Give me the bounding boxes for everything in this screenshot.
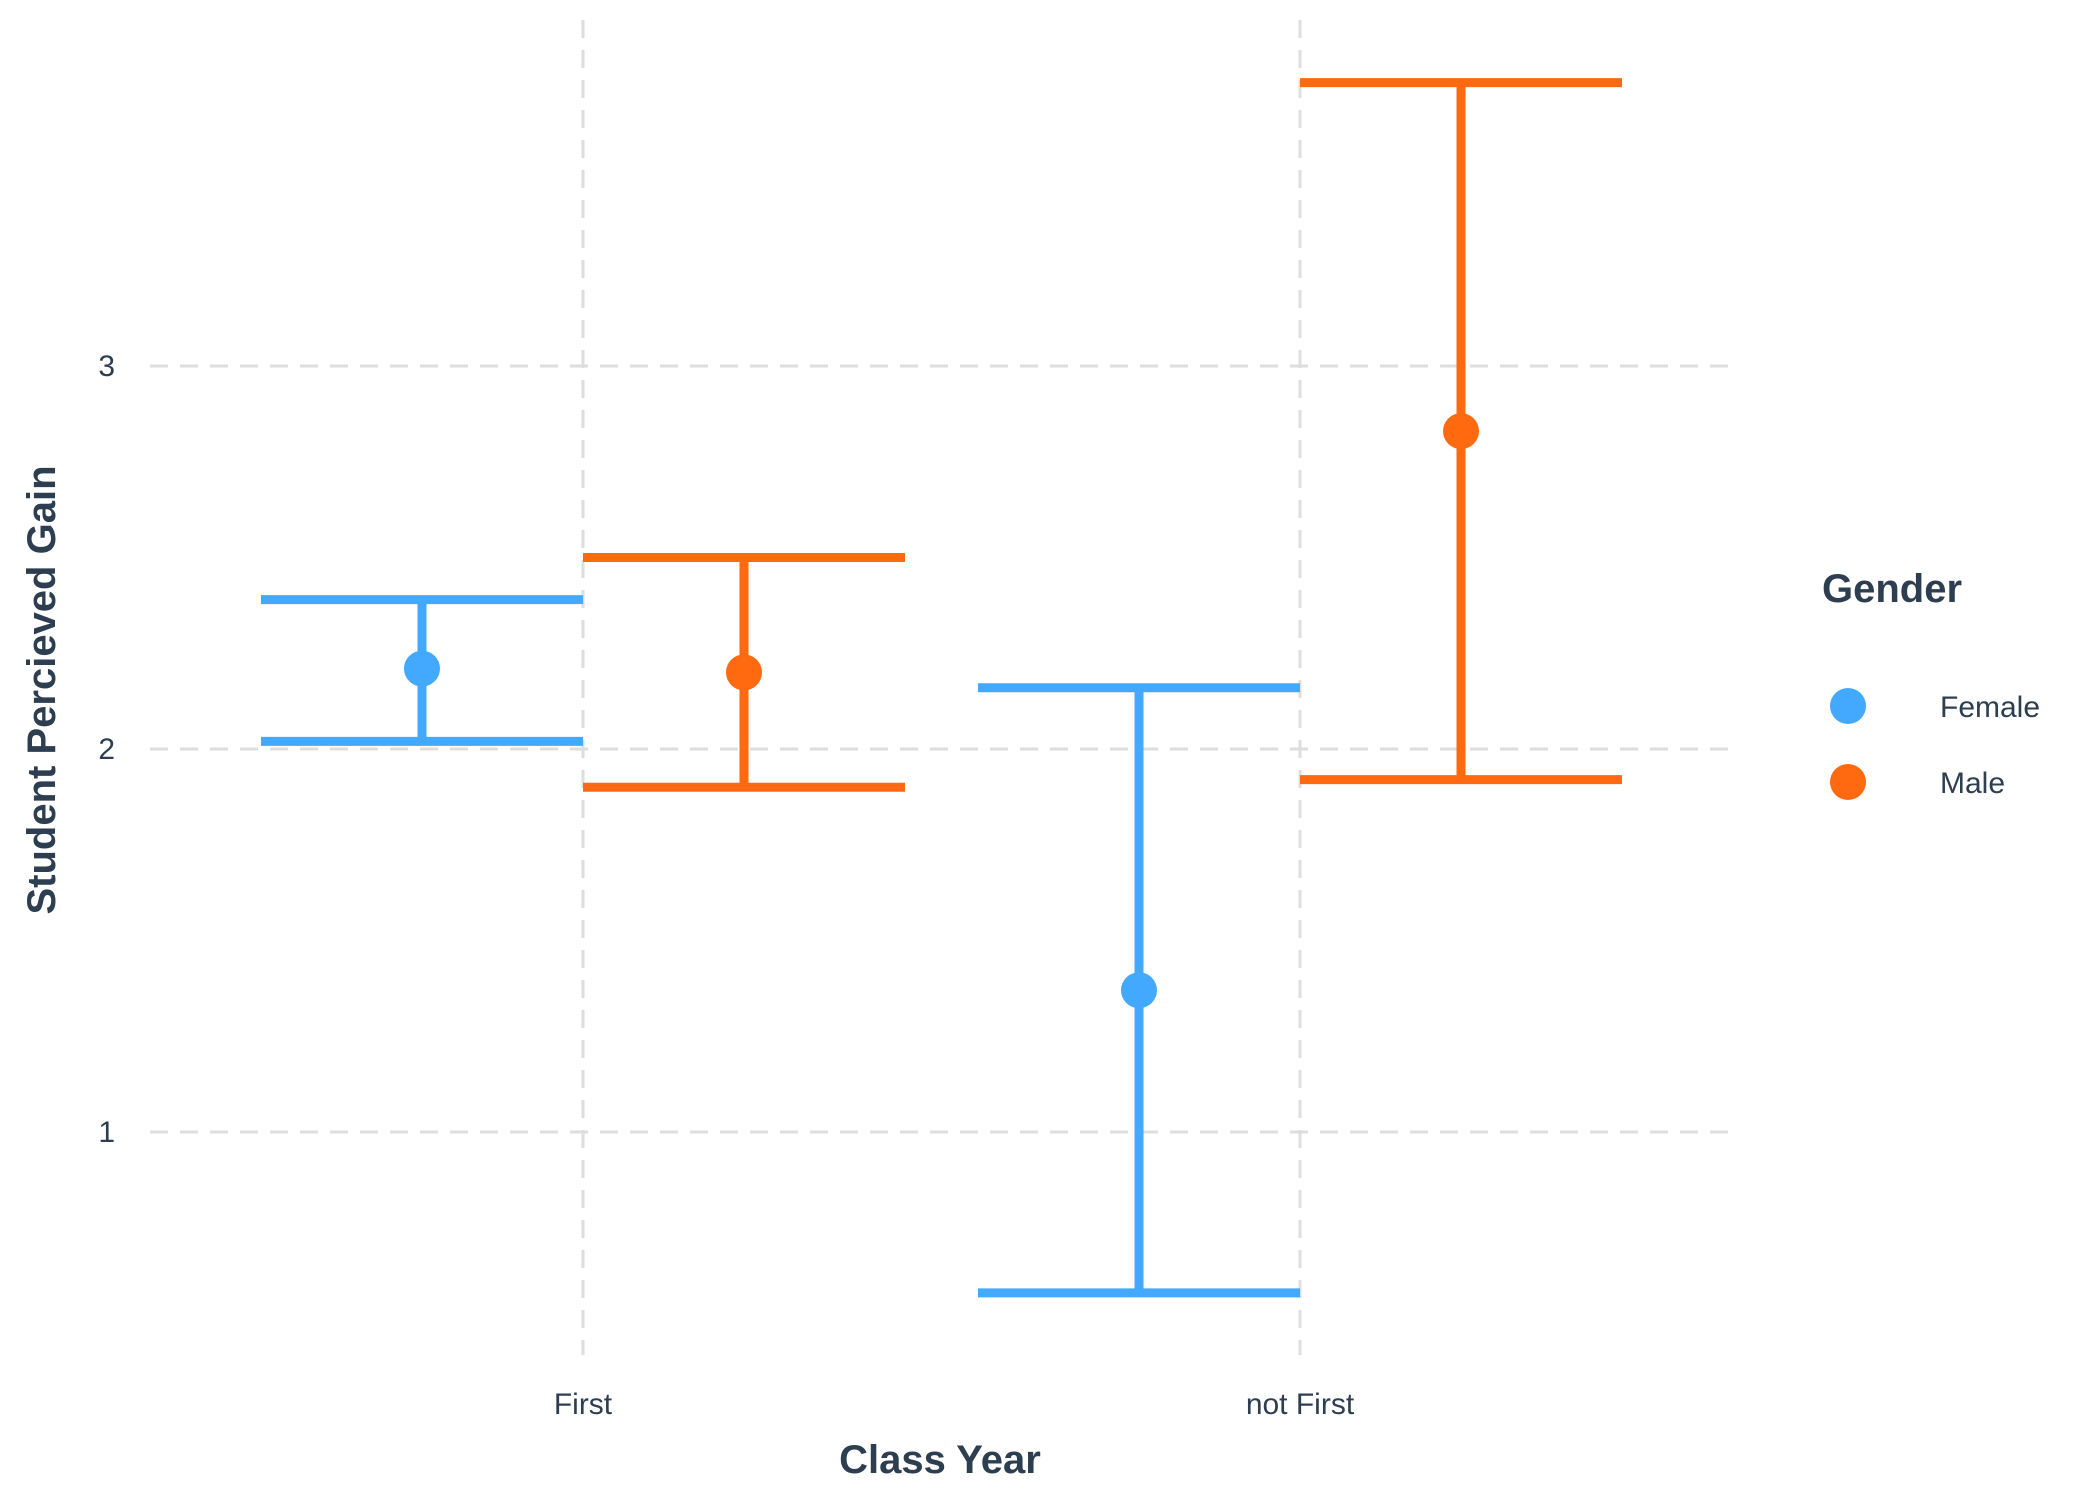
x-axis-title: Class Year: [839, 1438, 1041, 1482]
x-tick-label: First: [554, 1388, 613, 1421]
y-axis-title: Student Percieved Gain: [20, 465, 64, 914]
mean-point-female: [404, 650, 440, 687]
legend: Gender Female Male: [1822, 567, 2040, 800]
legend-label-male: Male: [1940, 767, 2005, 800]
axis-ticks: 1 2 3 First not First: [98, 350, 1355, 1421]
mean-point-male: [1443, 413, 1479, 450]
legend-key-female: [1830, 688, 1866, 724]
legend-label-female: Female: [1940, 691, 2040, 724]
y-tick-label: 3: [98, 350, 115, 383]
plot-marks: [261, 78, 1622, 1298]
y-tick-label: 1: [98, 1116, 115, 1149]
mean-point-female: [1121, 972, 1157, 1009]
x-tick-label: not First: [1246, 1388, 1355, 1421]
chart: 1 2 3 First not First Class Year Student Per…: [20, 20, 2040, 1482]
mean-point-male: [726, 654, 762, 691]
grid: [150, 20, 1730, 1355]
y-tick-label: 2: [98, 733, 115, 766]
legend-title: Gender: [1822, 567, 1962, 611]
legend-key-male: [1830, 764, 1866, 800]
